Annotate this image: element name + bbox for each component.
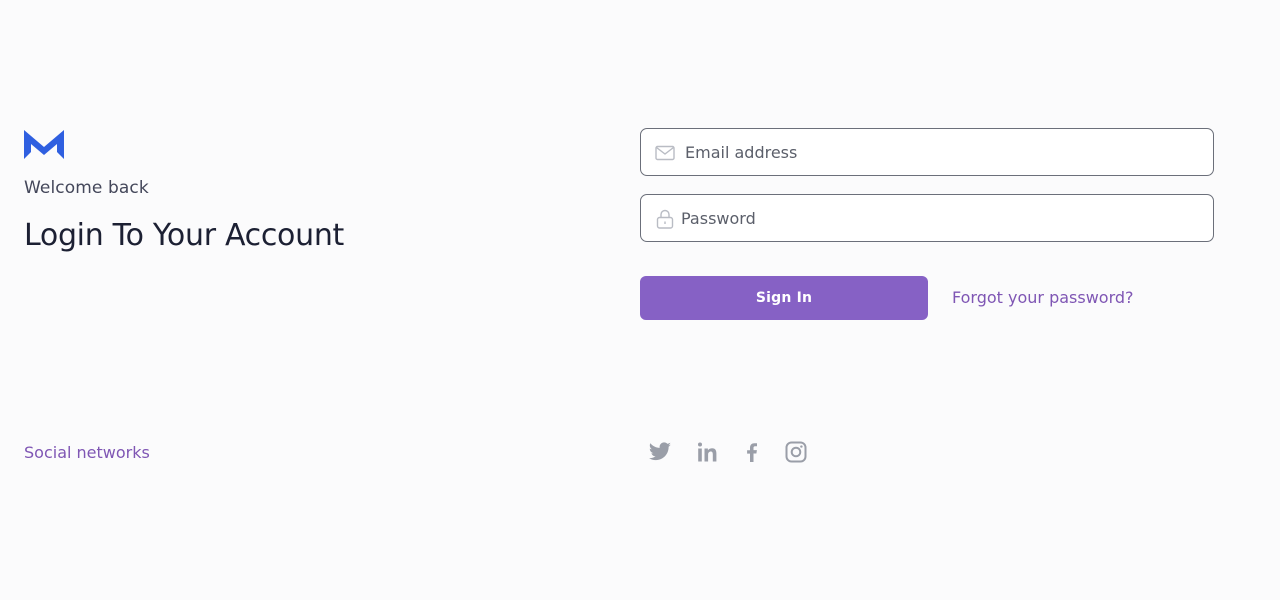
mail-icon <box>655 145 675 161</box>
twitter-icon <box>648 442 671 461</box>
facebook-link[interactable] <box>740 440 764 464</box>
instagram-link[interactable] <box>784 440 808 464</box>
page-title: Login To Your Account <box>24 218 344 253</box>
linkedin-link[interactable] <box>696 440 720 464</box>
email-field-wrapper <box>640 128 1214 176</box>
forgot-password-link[interactable]: Forgot your password? <box>952 288 1134 307</box>
lock-icon <box>656 209 674 229</box>
m-logo-icon <box>24 130 64 159</box>
linkedin-icon <box>698 442 717 462</box>
email-input[interactable] <box>685 129 1205 175</box>
twitter-link[interactable] <box>648 440 672 464</box>
welcome-text: Welcome back <box>24 178 149 198</box>
login-page: Welcome back Login To Your Account Sign … <box>0 0 1280 600</box>
instagram-icon <box>785 441 807 463</box>
password-field-wrapper <box>640 194 1214 242</box>
password-input[interactable] <box>681 195 1201 241</box>
social-networks-label: Social networks <box>24 443 150 462</box>
facebook-icon <box>747 443 757 462</box>
sign-in-button[interactable]: Sign In <box>640 276 928 320</box>
